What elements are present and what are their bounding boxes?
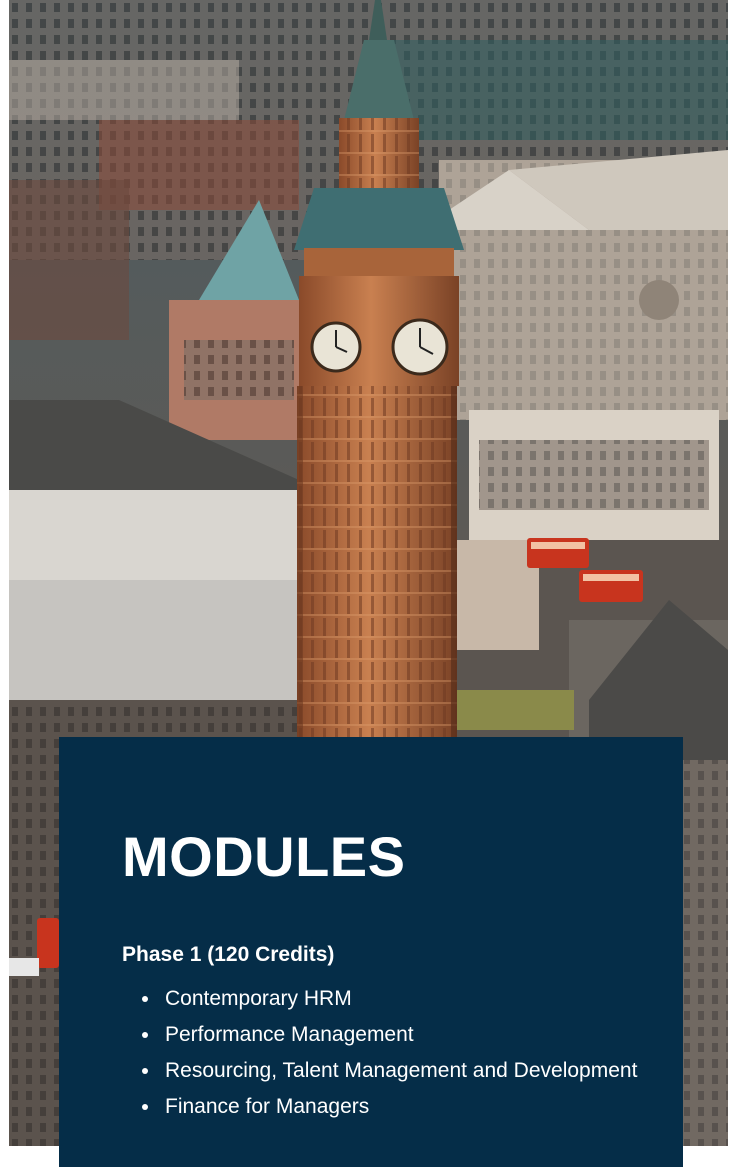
list-item: Performance Management: [122, 1017, 642, 1053]
modules-title: MODULES: [122, 825, 406, 888]
phase-heading: Phase 1 (120 Credits): [122, 943, 335, 966]
list-item: Resourcing, Talent Management and Develo…: [122, 1053, 642, 1089]
list-item: Finance for Managers: [122, 1089, 642, 1125]
list-item: Contemporary HRM: [122, 981, 642, 1017]
modules-card: MODULES Phase 1 (120 Credits) Contempora…: [59, 737, 683, 1167]
modules-list: Contemporary HRM Performance Management …: [122, 981, 642, 1125]
